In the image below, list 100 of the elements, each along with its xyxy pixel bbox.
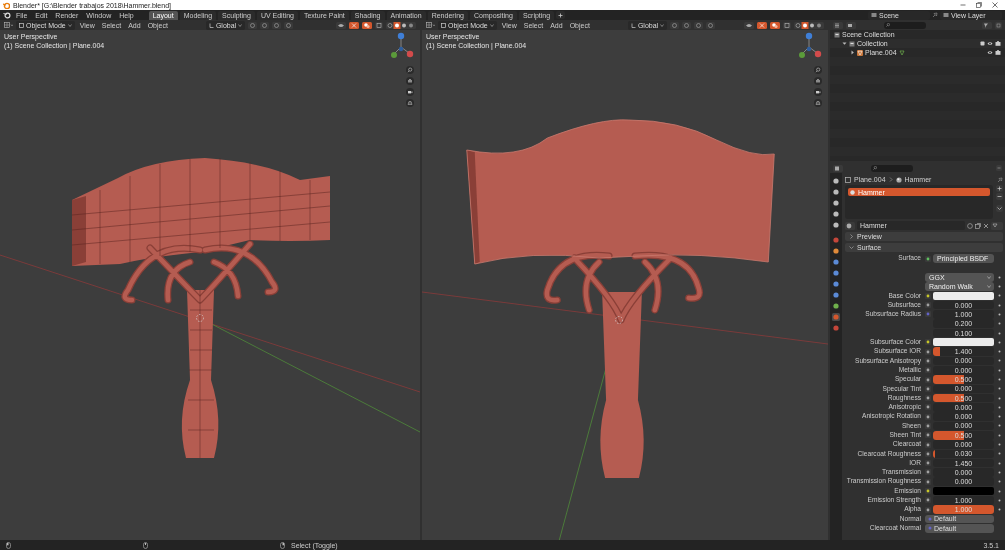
- socket-icon[interactable]: [925, 441, 931, 448]
- keyframe-dot-icon[interactable]: [998, 405, 1001, 409]
- search-field[interactable]: [884, 21, 926, 29]
- hand-icon[interactable]: [406, 77, 414, 85]
- keyframe-dot-icon[interactable]: [998, 359, 1001, 363]
- expand-arrow-icon[interactable]: [850, 50, 855, 55]
- socket-icon[interactable]: [925, 469, 931, 476]
- socket-icon[interactable]: [925, 385, 931, 392]
- editor-type-icon[interactable]: [833, 164, 843, 172]
- socket-icon[interactable]: [925, 255, 931, 262]
- keyframe-dot-icon[interactable]: [998, 508, 1001, 512]
- duplicate-icon[interactable]: [975, 222, 981, 229]
- filter-icon[interactable]: [982, 21, 992, 29]
- keyframe-dot-icon[interactable]: [998, 285, 1001, 289]
- keyframe-dot-icon[interactable]: [998, 340, 1001, 344]
- eye-icon[interactable]: [987, 41, 993, 46]
- keyframe-dot-icon[interactable]: [998, 331, 1001, 335]
- keyframe-dot-icon[interactable]: [998, 461, 1001, 465]
- collapse-arrow-icon[interactable]: [842, 41, 847, 46]
- grid-icon[interactable]: [814, 99, 822, 107]
- overlay-toggle-icon[interactable]: [362, 21, 372, 29]
- socket-icon[interactable]: [925, 497, 931, 504]
- keyframe-dot-icon[interactable]: [998, 322, 1001, 326]
- hand-icon[interactable]: [814, 77, 822, 85]
- camera-icon[interactable]: [406, 88, 414, 96]
- keyframe-dot-icon[interactable]: [998, 378, 1001, 381]
- eye-icon[interactable]: [987, 50, 993, 55]
- socket-icon[interactable]: [925, 423, 931, 429]
- socket-icon[interactable]: [925, 460, 931, 467]
- color-swatch[interactable]: [933, 291, 994, 300]
- gizmo-toggle-icon[interactable]: [757, 21, 767, 29]
- socket-icon[interactable]: [925, 292, 931, 299]
- socket-icon[interactable]: [925, 450, 931, 457]
- material-browse-icon[interactable]: [845, 221, 855, 230]
- add-slot-button[interactable]: [996, 185, 1003, 192]
- zoom-icon[interactable]: [406, 66, 414, 74]
- socket-icon[interactable]: [925, 376, 931, 383]
- keyframe-dot-icon[interactable]: [998, 424, 1001, 428]
- xray-icon[interactable]: [375, 21, 383, 29]
- keyframe-dot-icon[interactable]: [998, 480, 1001, 484]
- overlay-toggle-icon[interactable]: [770, 21, 780, 29]
- keyframe-dot-icon[interactable]: [998, 350, 1001, 354]
- shading-modes-icon[interactable]: [386, 21, 416, 29]
- filter-menu-icon[interactable]: [846, 21, 856, 29]
- display-mode-icon[interactable]: [833, 21, 843, 29]
- keyframe-dot-icon[interactable]: [998, 489, 1001, 493]
- keyframe-dot-icon[interactable]: [998, 452, 1001, 456]
- pin-icon[interactable]: [932, 12, 938, 18]
- keyframe-dot-icon[interactable]: [998, 498, 1001, 502]
- visibility-icon[interactable]: [744, 21, 754, 29]
- grid-icon[interactable]: [406, 99, 414, 107]
- plus-icon: [558, 12, 564, 18]
- keyframe-dot-icon[interactable]: [998, 312, 1001, 316]
- camera-icon[interactable]: [814, 88, 822, 96]
- keyframe-dot-icon[interactable]: [998, 470, 1001, 474]
- origin-cursor-icon: [615, 316, 623, 324]
- add-workspace-button[interactable]: [556, 11, 566, 19]
- axes-icon: [208, 22, 214, 28]
- socket-icon[interactable]: [925, 488, 931, 495]
- camera-icon[interactable]: [995, 41, 1001, 46]
- keyframe-dot-icon[interactable]: [998, 387, 1001, 391]
- search-field[interactable]: [871, 164, 913, 172]
- color-swatch[interactable]: [933, 338, 994, 347]
- keyframe-dot-icon[interactable]: [998, 294, 1001, 298]
- socket-icon[interactable]: [925, 413, 931, 420]
- keyframe-dot-icon[interactable]: [998, 396, 1001, 400]
- keyframe-dot-icon[interactable]: [998, 415, 1001, 419]
- socket-icon[interactable]: [925, 348, 931, 355]
- visibility-icon[interactable]: [336, 21, 346, 29]
- grid-icon[interactable]: [426, 21, 435, 29]
- socket-icon[interactable]: [925, 478, 931, 485]
- close-icon[interactable]: [992, 2, 998, 8]
- socket-icon[interactable]: [925, 357, 931, 364]
- keyframe-dot-icon[interactable]: [998, 303, 1001, 307]
- color-swatch[interactable]: [933, 487, 994, 496]
- socket-icon[interactable]: [925, 506, 931, 513]
- socket-icon[interactable]: [925, 302, 931, 309]
- socket-icon[interactable]: [925, 404, 931, 411]
- socket-icon[interactable]: [925, 339, 931, 346]
- socket-icon[interactable]: [925, 432, 931, 439]
- keyframe-dot-icon[interactable]: [998, 433, 1001, 437]
- socket-icon[interactable]: [925, 367, 931, 374]
- keyframe-dot-icon[interactable]: [998, 275, 1001, 279]
- socket-icon[interactable]: [925, 395, 931, 402]
- pin-icon[interactable]: [997, 176, 1003, 183]
- keyframe-dot-icon[interactable]: [998, 443, 1001, 447]
- logo-icon[interactable]: [3, 11, 11, 19]
- slot-menu-button[interactable]: [996, 205, 1003, 212]
- shading-modes-icon[interactable]: [794, 21, 824, 29]
- remove-slot-button[interactable]: [996, 193, 1003, 200]
- restore-icon[interactable]: [976, 2, 982, 8]
- camera-icon[interactable]: [995, 50, 1001, 55]
- zoom-icon[interactable]: [814, 66, 822, 74]
- xray-icon[interactable]: [783, 21, 791, 29]
- unlink-icon[interactable]: [983, 222, 989, 229]
- grid-icon[interactable]: [4, 21, 13, 29]
- caret-icon: [660, 23, 665, 27]
- checkbox-icon[interactable]: [980, 41, 985, 46]
- gizmo-toggle-icon[interactable]: [349, 21, 359, 29]
- keyframe-dot-icon[interactable]: [998, 368, 1001, 372]
